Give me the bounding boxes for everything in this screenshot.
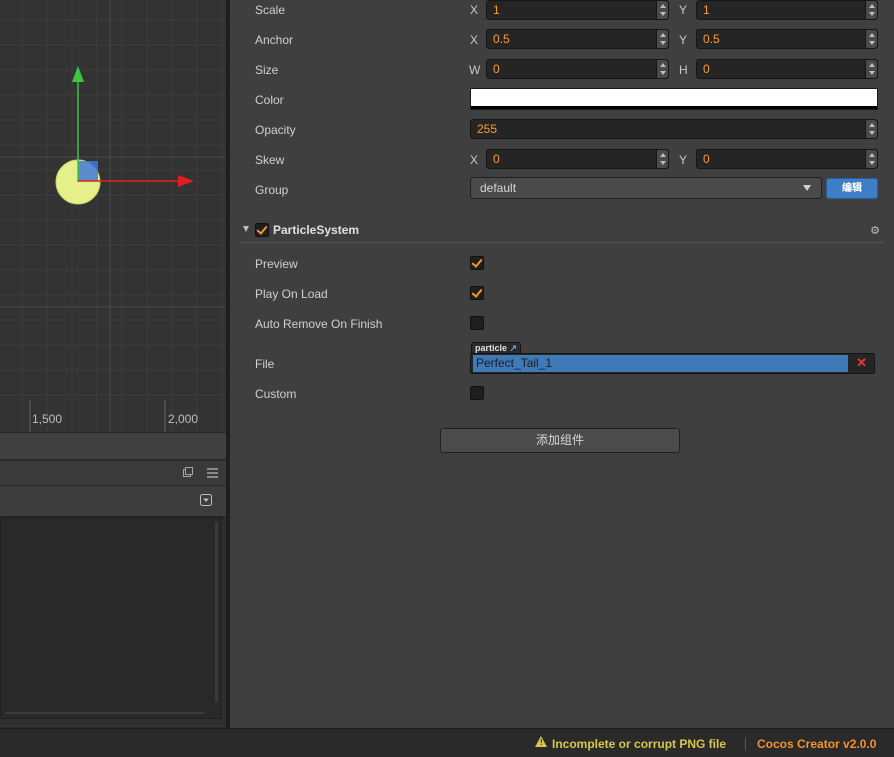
gizmo-x-arrow xyxy=(178,175,194,187)
group-select-value: default xyxy=(480,181,517,195)
chevron-down-icon xyxy=(803,185,811,191)
group-edit-button[interactable]: 编辑 xyxy=(826,178,878,199)
opacity-label: Opacity xyxy=(255,123,296,137)
particle-system-title: ParticleSystem xyxy=(273,223,360,237)
add-component-button[interactable]: 添加组件 xyxy=(440,428,680,453)
size-w-label: W xyxy=(469,63,481,77)
color-alpha-bar xyxy=(471,106,877,109)
collapse-arrow-icon[interactable] xyxy=(243,226,249,232)
auto-remove-checkbox[interactable] xyxy=(470,316,484,330)
anchor-label: Anchor xyxy=(255,33,294,47)
size-label: Size xyxy=(255,63,279,77)
warning-icon-mark: ! xyxy=(540,738,543,747)
custom-checkbox[interactable] xyxy=(470,386,484,400)
preview-checkbox[interactable] xyxy=(470,256,484,270)
scale-x-value: 1 xyxy=(493,3,500,17)
anchor-x-value: 0.5 xyxy=(493,32,510,46)
skew-x-label: X xyxy=(470,153,479,167)
anchor-x-field[interactable]: 0.5 xyxy=(486,29,669,49)
menu-icon[interactable] xyxy=(207,467,218,481)
group-select[interactable]: default xyxy=(470,177,822,199)
particle-system-header[interactable]: ParticleSystem ⚙ xyxy=(240,218,884,243)
inspector-panel: Scale X 1 Y 1 Anchor X 0.5 Y 0.5 Size W … xyxy=(230,0,894,728)
skew-y-field[interactable]: 0 xyxy=(696,149,878,169)
play-on-load-label: Play On Load xyxy=(255,287,328,301)
scale-x-label: X xyxy=(470,3,479,17)
group-label: Group xyxy=(255,183,289,197)
scale-y-stepper[interactable] xyxy=(865,1,877,19)
gizmo-y-arrow xyxy=(72,66,84,82)
anchor-y-stepper[interactable] xyxy=(865,30,877,48)
opacity-value: 255 xyxy=(477,122,498,136)
size-w-field[interactable]: 0 xyxy=(486,59,669,79)
scale-x-stepper[interactable] xyxy=(656,1,668,19)
app-version: Cocos Creator v2.0.0 xyxy=(757,737,877,751)
ruler-label-1500: 1,500 xyxy=(32,412,63,426)
auto-remove-label: Auto Remove On Finish xyxy=(255,317,383,331)
status-bar: ! Incomplete or corrupt PNG file Cocos C… xyxy=(0,728,894,757)
color-label: Color xyxy=(255,93,284,107)
scale-y-value: 1 xyxy=(703,3,710,17)
size-h-label: H xyxy=(679,63,688,77)
play-on-load-checkbox[interactable] xyxy=(470,286,484,300)
skew-x-field[interactable]: 0 xyxy=(486,149,669,169)
clear-icon[interactable]: ✕ xyxy=(856,355,867,371)
dropdown-icon[interactable] xyxy=(200,494,212,509)
external-link-icon[interactable]: ↗ xyxy=(510,343,518,353)
file-asset-value: Perfect_Tail_1 xyxy=(476,356,553,370)
skew-y-label: Y xyxy=(679,153,688,167)
assets-panel xyxy=(0,461,226,727)
size-w-stepper[interactable] xyxy=(656,60,668,78)
move-gizmo[interactable] xyxy=(50,60,200,210)
particle-system-enabled-checkbox[interactable] xyxy=(255,223,269,237)
scrollbar-vertical[interactable] xyxy=(215,522,218,702)
scrollbar-horizontal[interactable] xyxy=(5,712,205,714)
file-label: File xyxy=(255,357,275,371)
gizmo-plane-handle xyxy=(78,161,98,181)
anchor-y-label: Y xyxy=(679,33,688,47)
opacity-stepper[interactable] xyxy=(865,120,877,138)
ruler-label-2000: 2,000 xyxy=(168,412,199,426)
popout-icon[interactable] xyxy=(183,466,193,477)
anchor-y-value: 0.5 xyxy=(703,32,720,46)
size-h-field[interactable]: 0 xyxy=(696,59,878,79)
anchor-x-label: X xyxy=(470,33,479,47)
assets-list[interactable] xyxy=(0,517,222,719)
size-h-value: 0 xyxy=(703,62,710,76)
scale-y-label: Y xyxy=(679,3,688,17)
size-h-stepper[interactable] xyxy=(865,60,877,78)
file-type-tag-text: particle xyxy=(475,343,508,353)
scene-bottom-bar xyxy=(0,432,226,460)
custom-label: Custom xyxy=(255,387,297,401)
scale-label: Scale xyxy=(255,3,286,17)
size-w-value: 0 xyxy=(493,62,500,76)
status-warning-text[interactable]: Incomplete or corrupt PNG file xyxy=(552,737,726,751)
assets-panel-header xyxy=(0,461,226,486)
scene-view[interactable]: 1,500 2,000 xyxy=(0,0,226,432)
status-divider xyxy=(745,737,746,751)
skew-label: Skew xyxy=(255,153,285,167)
gear-icon[interactable]: ⚙ xyxy=(870,224,880,237)
anchor-x-stepper[interactable] xyxy=(656,30,668,48)
anchor-y-field[interactable]: 0.5 xyxy=(696,29,878,49)
preview-label: Preview xyxy=(255,257,298,271)
skew-y-stepper[interactable] xyxy=(865,150,877,168)
scale-y-field[interactable]: 1 xyxy=(696,0,878,20)
skew-y-value: 0 xyxy=(703,152,710,166)
color-swatch[interactable] xyxy=(470,88,878,110)
assets-toolbar xyxy=(0,486,226,517)
file-asset-field[interactable]: Perfect_Tail_1 ✕ xyxy=(470,353,875,374)
skew-x-stepper[interactable] xyxy=(656,150,668,168)
scale-x-field[interactable]: 1 xyxy=(486,0,669,20)
opacity-field[interactable]: 255 xyxy=(470,119,878,139)
skew-x-value: 0 xyxy=(493,152,500,166)
